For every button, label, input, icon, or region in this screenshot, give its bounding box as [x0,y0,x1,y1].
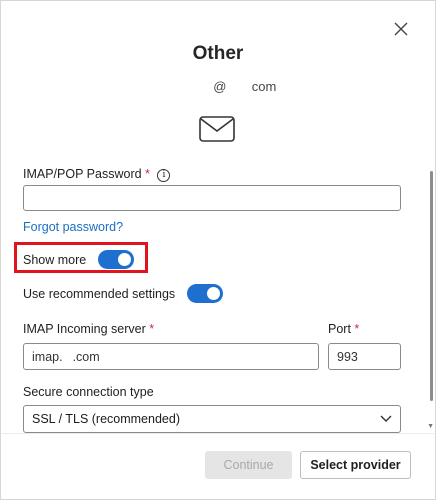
toggle-knob [118,253,131,266]
port-value: 993 [337,349,358,364]
account-email: @ com [1,79,435,94]
required-marker: * [149,322,155,336]
scroll-down-arrow-icon[interactable]: ▼ [427,423,434,430]
dialog-title: Other [192,43,244,64]
select-provider-button[interactable]: Select provider [300,451,411,479]
footer-divider [2,433,434,434]
incoming-server-label-text: IMAP Incoming server [23,322,146,336]
server-value-prefix: imap. [32,349,63,364]
secure-connection-label: Secure connection type [23,385,154,399]
show-more-label: Show more [23,253,87,267]
incoming-server-input[interactable]: imap. .com [23,343,319,370]
show-more-toggle[interactable] [98,250,134,269]
password-label: IMAP/POP Password * i [23,167,171,182]
port-label: Port * [328,322,359,336]
recommended-settings-label: Use recommended settings [23,287,176,301]
incoming-server-label: IMAP Incoming server * [23,322,154,336]
secure-connection-value: SSL / TLS (recommended) [32,412,180,426]
email-domain: com [251,79,277,94]
server-value-suffix: .com [72,349,100,364]
recommended-settings-toggle[interactable] [187,284,223,303]
password-input[interactable] [23,185,401,211]
chevron-down-icon [380,415,392,422]
mail-icon [199,116,235,142]
continue-button[interactable]: Continue [205,451,292,479]
account-dialog: Other @ com IMAP/POP Password * i Forgot… [0,0,436,500]
close-icon [394,22,408,36]
toggle-knob [207,287,220,300]
info-icon[interactable]: i [157,169,171,182]
scrollbar[interactable] [430,171,433,401]
password-label-text: IMAP/POP Password [23,167,142,181]
close-button[interactable] [389,17,413,41]
required-marker: * [145,167,150,181]
forgot-password-link[interactable]: Forgot password? [23,220,123,234]
port-label-text: Port [328,322,351,336]
required-marker: * [354,322,360,336]
secure-connection-select[interactable]: SSL / TLS (recommended) [23,405,401,433]
port-input[interactable]: 993 [328,343,401,370]
email-at: @ [213,79,227,94]
